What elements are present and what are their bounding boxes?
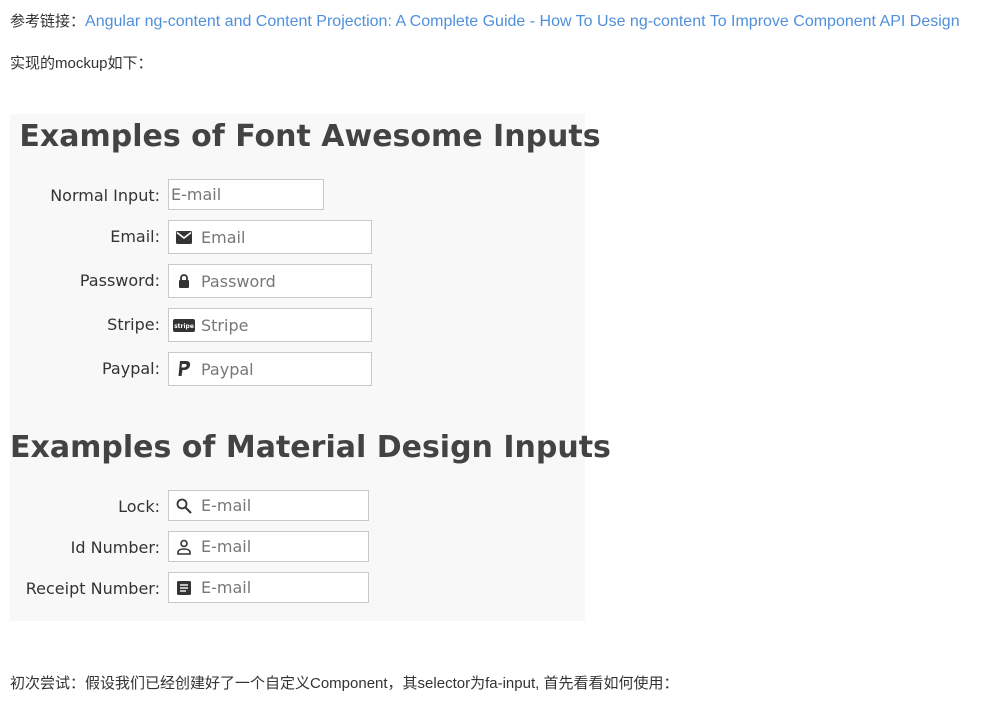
password-row: Password:	[10, 264, 585, 298]
stripe-box: stripe	[168, 308, 372, 342]
lock-box	[168, 490, 369, 521]
password-label: Password:	[79, 271, 160, 290]
email-label: Email:	[110, 227, 160, 246]
email-input[interactable]	[199, 221, 371, 253]
reference-line: 参考链接：Angular ng-content and Content Proj…	[10, 10, 960, 31]
password-box	[168, 264, 372, 298]
lock-row: Lock:	[10, 490, 585, 524]
reference-prefix: 参考链接：	[10, 13, 86, 30]
person-icon	[169, 532, 199, 561]
search-icon	[169, 491, 199, 520]
material-design-section-title: Examples of Material Design Inputs	[10, 430, 611, 465]
stripe-icon-text: stripe	[174, 323, 194, 330]
normal-input-box	[168, 179, 324, 210]
password-input[interactable]	[199, 265, 371, 297]
envelope-icon	[169, 221, 199, 253]
normal-input-label: Normal Input:	[50, 186, 160, 205]
paypal-icon	[169, 353, 199, 385]
paypal-input[interactable]	[199, 353, 371, 385]
receipt-icon	[169, 573, 199, 602]
lock-label: Lock:	[118, 497, 160, 516]
normal-input[interactable]	[169, 180, 323, 209]
stripe-row: Stripe: stripe	[10, 308, 585, 342]
lock-icon	[169, 265, 199, 297]
footer-text: 初次尝试：假设我们已经创建好了一个自定义Component，其selector为…	[10, 675, 679, 692]
id-number-label: Id Number:	[70, 538, 160, 557]
mockup-caption: 实现的mockup如下：	[10, 55, 153, 72]
receipt-number-row: Receipt Number:	[10, 572, 585, 606]
stripe-input[interactable]	[199, 309, 371, 341]
id-number-input[interactable]	[199, 532, 368, 561]
paypal-row: Paypal:	[10, 352, 585, 386]
font-awesome-section-title: Examples of Font Awesome Inputs	[19, 119, 601, 154]
reference-link[interactable]: Angular ng-content and Content Projectio…	[85, 13, 960, 30]
normal-input-row: Normal Input:	[10, 179, 585, 213]
stripe-label: Stripe:	[107, 315, 160, 334]
paypal-label: Paypal:	[102, 359, 160, 378]
id-number-row: Id Number:	[10, 531, 585, 565]
mockup-panel: Examples of Font Awesome Inputs Normal I…	[10, 114, 611, 621]
receipt-number-label: Receipt Number:	[25, 579, 160, 598]
paypal-box	[168, 352, 372, 386]
email-box	[168, 220, 372, 254]
receipt-number-box	[168, 572, 369, 603]
receipt-number-input[interactable]	[199, 573, 368, 602]
email-row: Email:	[10, 220, 585, 254]
id-number-box	[168, 531, 369, 562]
stripe-icon: stripe	[169, 309, 199, 341]
lock-input[interactable]	[199, 491, 368, 520]
